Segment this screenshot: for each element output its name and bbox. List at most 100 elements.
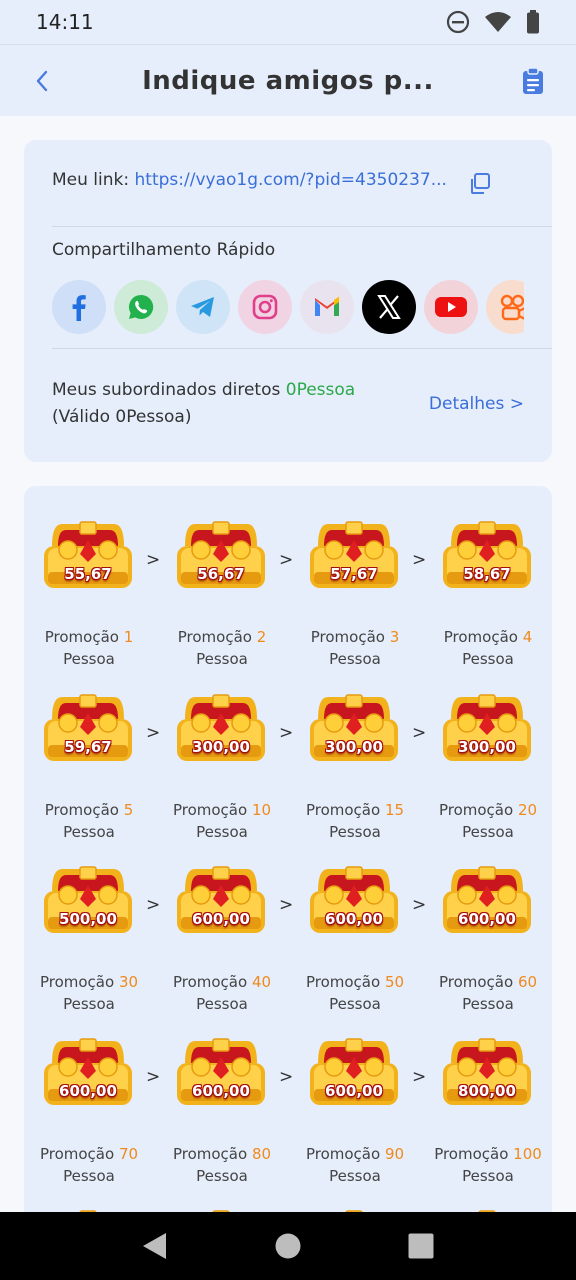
invite-link-url[interactable]: https://vyao1g.com/?pid=4350237...: [135, 170, 447, 190]
do-not-disturb-icon: [446, 10, 470, 34]
reward-tiers-card: 55,67 Promoção 1 Pessoa > 56,67 Promoção …: [24, 486, 552, 1226]
person-word: Pessoa: [462, 650, 514, 668]
youtube-icon: [435, 297, 467, 317]
reward-amount: 300,00: [192, 738, 250, 756]
person-word: Pessoa: [196, 995, 248, 1013]
reward-tier: 57,67 Promoção 3 Pessoa: [290, 500, 420, 668]
reward-amount: 600,00: [59, 1082, 117, 1100]
share-facebook-button[interactable]: [52, 280, 106, 334]
reward-amount: 500,00: [59, 910, 117, 928]
person-word: Pessoa: [329, 995, 381, 1013]
reward-amount: 56,67: [197, 565, 245, 583]
invite-count: 20: [517, 801, 538, 819]
invite-count: 10: [251, 801, 272, 819]
promo-word: Promoção: [438, 801, 514, 819]
invite-count: 1: [123, 628, 134, 646]
person-word: Pessoa: [462, 1167, 514, 1185]
reward-tier: 300,00 Promoção 15 Pessoa: [290, 673, 420, 841]
reward-requirement: Promoção 1 Pessoa: [24, 626, 154, 670]
reward-amount: 57,67: [330, 565, 378, 583]
status-time: 14:11: [36, 10, 94, 34]
reward-tier: 300,00 Promoção 20 Pessoa: [423, 673, 552, 841]
share-icons-row: [52, 280, 524, 336]
nav-recents-icon[interactable]: [408, 1233, 434, 1259]
page-title: Indique amigos p...: [142, 65, 434, 96]
reward-amount: 58,67: [463, 565, 511, 583]
invite-count: 15: [384, 801, 405, 819]
person-word: Pessoa: [329, 823, 381, 841]
reward-requirement: Promoção 4 Pessoa: [423, 626, 552, 670]
invite-count: 30: [118, 973, 139, 991]
reward-tier: 500,00 Promoção 30 Pessoa: [24, 845, 154, 1013]
reward-amount: 600,00: [458, 910, 516, 928]
reward-requirement: Promoção 30 Pessoa: [24, 971, 154, 1015]
reward-requirement: Promoção 100 Pessoa: [423, 1143, 552, 1187]
reward-requirement: Promoção 15 Pessoa: [290, 799, 420, 843]
reward-tier: 600,00 Promoção 50 Pessoa: [290, 845, 420, 1013]
person-word: Pessoa: [329, 650, 381, 668]
x-icon: [377, 295, 401, 319]
instagram-icon: [252, 294, 278, 320]
promo-word: Promoção: [305, 973, 381, 991]
reward-tier: 55,67 Promoção 1 Pessoa: [24, 500, 154, 668]
share-telegram-button[interactable]: [176, 280, 230, 334]
app-header: Indique amigos p...: [0, 44, 576, 116]
share-instagram-button[interactable]: [238, 280, 292, 334]
reward-amount: 300,00: [325, 738, 383, 756]
nav-back-icon[interactable]: [140, 1230, 168, 1262]
reward-amount: 59,67: [64, 738, 112, 756]
person-word: Pessoa: [63, 650, 115, 668]
reward-requirement: Promoção 80 Pessoa: [157, 1143, 287, 1187]
promo-word: Promoção: [305, 801, 381, 819]
status-bar: 14:11: [0, 0, 576, 44]
promo-word: Promoção: [172, 973, 248, 991]
reward-amount: 55,67: [64, 565, 112, 583]
records-button[interactable]: [520, 67, 546, 95]
share-gmail-button[interactable]: [300, 280, 354, 334]
battery-icon: [527, 10, 539, 34]
wifi-icon: [485, 12, 511, 32]
person-word: Pessoa: [462, 823, 514, 841]
person-word: Pessoa: [196, 1167, 248, 1185]
reward-amount: 600,00: [325, 1082, 383, 1100]
person-word: Pessoa: [63, 823, 115, 841]
person-word: Pessoa: [196, 650, 248, 668]
promo-word: Promoção: [44, 628, 119, 646]
reward-tier: 59,67 Promoção 5 Pessoa: [24, 673, 154, 841]
invite-link-row: Meu link: https://vyao1g.com/?pid=435023…: [52, 170, 447, 190]
reward-tier: 56,67 Promoção 2 Pessoa: [157, 500, 287, 668]
copy-link-button[interactable]: [468, 172, 492, 196]
divider: [52, 226, 552, 227]
promo-word: Promoção: [438, 973, 514, 991]
promo-word: Promoção: [305, 1145, 381, 1163]
reward-requirement: Promoção 40 Pessoa: [157, 971, 287, 1015]
invite-count: 80: [251, 1145, 272, 1163]
invite-count: 90: [384, 1145, 405, 1163]
invite-count: 4: [522, 628, 533, 646]
share-kwai-button[interactable]: [486, 280, 524, 334]
share-youtube-button[interactable]: [424, 280, 478, 334]
invite-count: 40: [251, 973, 272, 991]
reward-requirement: Promoção 5 Pessoa: [24, 799, 154, 843]
share-x-button[interactable]: [362, 280, 416, 334]
details-link[interactable]: Detalhes >: [429, 394, 524, 414]
nav-home-icon[interactable]: [275, 1233, 301, 1259]
reward-amount: 800,00: [458, 1082, 516, 1100]
link-label: Meu link:: [52, 170, 130, 190]
reward-amount: 600,00: [192, 1082, 250, 1100]
whatsapp-icon: [128, 294, 154, 319]
valid-subordinates-text: (Válido 0Pessoa): [52, 407, 192, 427]
person-word: Pessoa: [63, 1167, 115, 1185]
reward-amount: 600,00: [325, 910, 383, 928]
facebook-icon: [72, 295, 86, 321]
direct-subordinates-label: Meus subordinados diretos: [52, 380, 281, 400]
promo-word: Promoção: [39, 973, 115, 991]
reward-tier: 600,00 Promoção 40 Pessoa: [157, 845, 287, 1013]
promo-word: Promoção: [443, 628, 518, 646]
promo-word: Promoção: [310, 628, 385, 646]
share-whatsapp-button[interactable]: [114, 280, 168, 334]
invite-count: 5: [123, 801, 134, 819]
reward-requirement: Promoção 70 Pessoa: [24, 1143, 154, 1187]
reward-amount: 300,00: [458, 738, 516, 756]
invite-count: 2: [256, 628, 267, 646]
